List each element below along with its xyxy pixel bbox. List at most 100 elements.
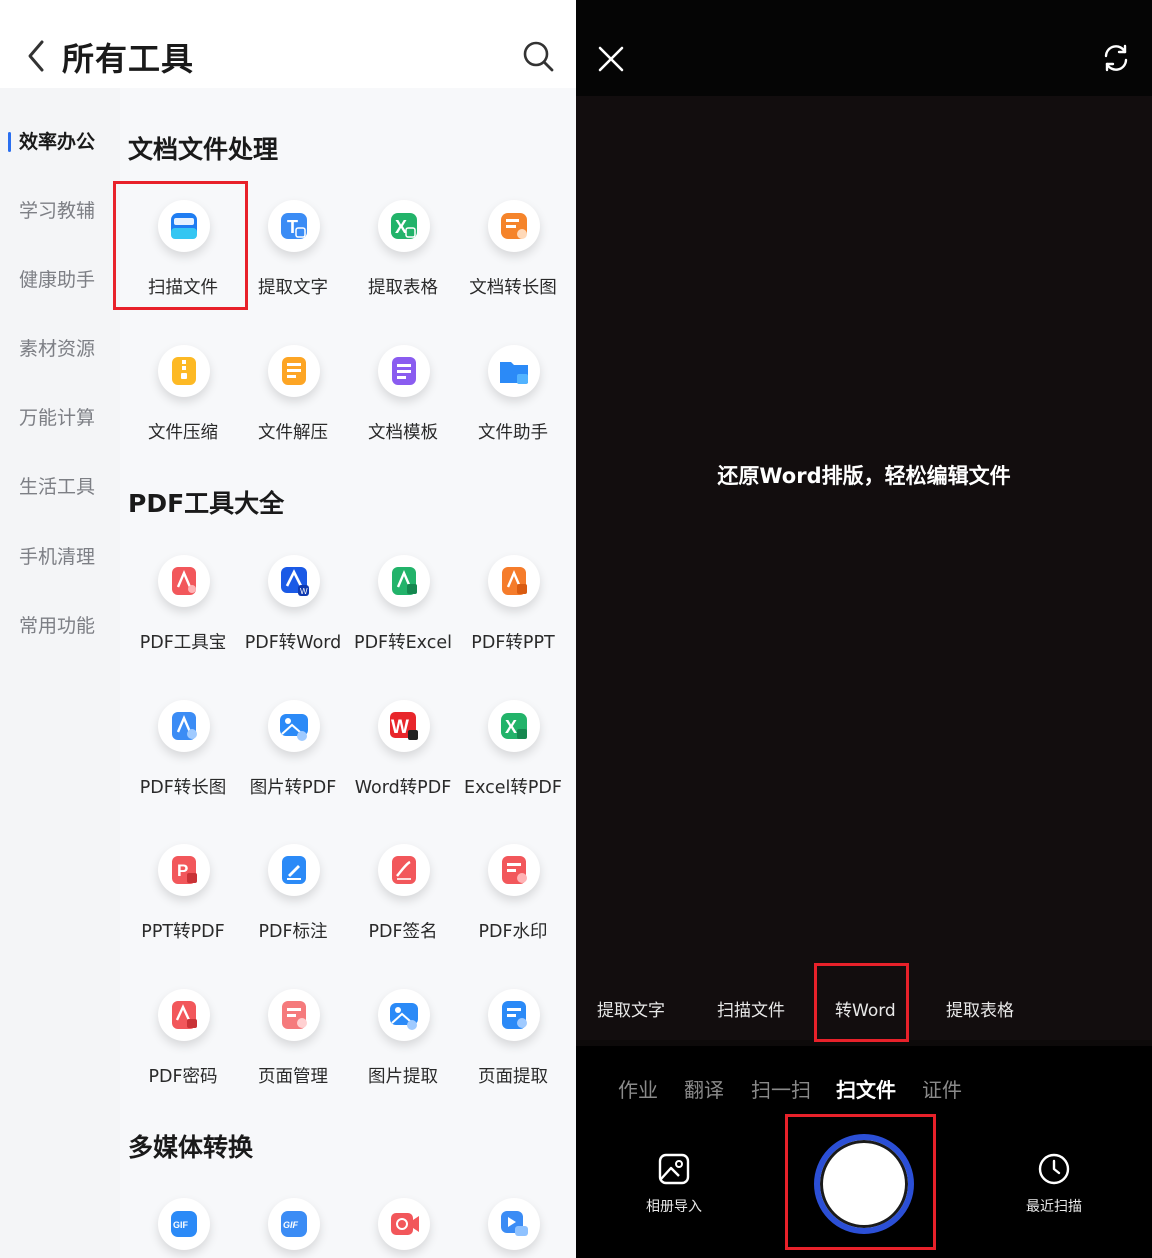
- tool-label: 文件助手: [478, 423, 548, 443]
- pdf-watermark-icon: [502, 856, 527, 884]
- camera-top-bar: [576, 0, 1152, 96]
- recent-scans-label: 最近扫描: [1026, 1199, 1082, 1215]
- tool-label: PDF转PPT: [471, 633, 555, 653]
- tool-excel-to-pdf[interactable]: X Excel转PDF: [458, 688, 568, 818]
- tool-extract-text[interactable]: T 提取文字: [238, 188, 348, 318]
- tool-pdf-toolbox[interactable]: PDF工具宝: [128, 543, 238, 673]
- tool-label: 文档转长图: [469, 278, 557, 298]
- tool-page-manage[interactable]: 页面管理: [238, 977, 348, 1107]
- tool-word-to-pdf[interactable]: W Word转PDF: [348, 688, 458, 818]
- submode-extract-table[interactable]: 提取表格: [946, 996, 1014, 1021]
- tool-file-assistant[interactable]: 文件助手: [458, 333, 568, 463]
- submode-extract-text[interactable]: 提取文字: [597, 996, 665, 1021]
- camera-hint-text: 还原Word排版，轻松编辑文件: [717, 464, 1011, 488]
- tool-pdf-annotate[interactable]: PDF标注: [238, 832, 348, 962]
- tool-gif-make[interactable]: GIF: [238, 1186, 348, 1258]
- camera-viewfinder[interactable]: [576, 96, 1152, 1040]
- tool-label: PDF水印: [478, 922, 548, 942]
- tool-ppt-to-pdf[interactable]: P PPT转PDF: [128, 832, 238, 962]
- tool-label: PDF密码: [148, 1067, 218, 1087]
- tool-pdf-watermark[interactable]: PDF水印: [458, 832, 568, 962]
- pdf-to-word-icon: W: [281, 567, 309, 596]
- camera-panel: 还原Word排版，轻松编辑文件 提取文字 扫描文件 转Word 提取表格 作业 …: [576, 0, 1152, 1258]
- svg-text:X: X: [505, 717, 517, 737]
- section-title-pdf: PDF工具大全: [128, 489, 285, 518]
- gif-make-icon: GIF: [281, 1211, 307, 1237]
- submode-scan-file[interactable]: 扫描文件: [717, 996, 785, 1021]
- tool-label: 文件压缩: [148, 423, 218, 443]
- file-compress-icon: [172, 357, 196, 385]
- tool-page-extract[interactable]: 页面提取: [458, 977, 568, 1107]
- tool-label: 页面提取: [478, 1067, 548, 1087]
- clock-icon: [1038, 1153, 1070, 1185]
- album-import-button[interactable]: 相册导入: [642, 1152, 706, 1222]
- section-title-media: 多媒体转换: [128, 1133, 254, 1162]
- section-title-docs: 文档文件处理: [128, 135, 279, 164]
- tool-pdf-sign[interactable]: PDF签名: [348, 832, 458, 962]
- video-convert-icon: [391, 1213, 419, 1235]
- sidebar-item-life[interactable]: 生活工具: [0, 467, 120, 507]
- tool-pdf-to-word[interactable]: W PDF转Word: [238, 543, 348, 673]
- mode-id-card[interactable]: 证件: [922, 1074, 962, 1103]
- header-bar: 所有工具: [0, 0, 576, 88]
- sidebar-item-health[interactable]: 健康助手: [0, 260, 120, 300]
- pdf-password-icon: [172, 1001, 197, 1029]
- extract-text-icon: T: [281, 213, 307, 239]
- tool-label: PDF标注: [258, 922, 328, 942]
- close-icon[interactable]: [596, 44, 626, 74]
- pdf-to-ppt-icon: [502, 567, 527, 595]
- tool-doc-template[interactable]: 文档模板: [348, 333, 458, 463]
- mode-scan[interactable]: 扫一扫: [751, 1074, 811, 1103]
- tool-file-compress[interactable]: 文件压缩: [128, 333, 238, 463]
- tool-doc-long-image[interactable]: 文档转长图: [458, 188, 568, 318]
- search-icon[interactable]: [520, 38, 556, 74]
- mode-translate[interactable]: 翻译: [684, 1074, 724, 1103]
- tool-gif[interactable]: GIF: [128, 1186, 238, 1258]
- tool-label: PPT转PDF: [141, 922, 225, 942]
- sidebar-item-calculator[interactable]: 万能计算: [0, 398, 120, 438]
- mode-scan-file[interactable]: 扫文件: [836, 1074, 896, 1103]
- tool-pdf-to-excel[interactable]: PDF转Excel: [348, 543, 458, 673]
- page-extract-icon: [502, 1001, 527, 1029]
- file-decompress-icon: [282, 357, 306, 385]
- back-arrow-icon[interactable]: [22, 38, 52, 74]
- tool-pdf-password[interactable]: PDF密码: [128, 977, 238, 1107]
- tool-video-convert[interactable]: [348, 1186, 458, 1258]
- tool-label: 图片转PDF: [249, 778, 337, 798]
- extract-table-icon: X: [391, 213, 417, 239]
- sidebar-item-study[interactable]: 学习教辅: [0, 191, 120, 231]
- tool-pdf-to-ppt[interactable]: PDF转PPT: [458, 543, 568, 673]
- tool-video-gif[interactable]: [458, 1186, 568, 1258]
- sidebar-item-common[interactable]: 常用功能: [0, 606, 120, 646]
- tool-label: 页面管理: [258, 1067, 328, 1087]
- mode-homework[interactable]: 作业: [618, 1074, 658, 1103]
- pdf-to-excel-icon: [392, 567, 417, 595]
- tool-pdf-long-image[interactable]: PDF转长图: [128, 688, 238, 818]
- tool-file-decompress[interactable]: 文件解压: [238, 333, 348, 463]
- tool-label: 提取文字: [258, 278, 328, 298]
- highlight-shutter: [785, 1114, 936, 1250]
- sidebar-item-phone-clean[interactable]: 手机清理: [0, 537, 120, 577]
- svg-text:GIF: GIF: [173, 1220, 189, 1230]
- sidebar-item-efficiency[interactable]: 效率办公: [0, 122, 120, 162]
- tool-image-extract[interactable]: 图片提取: [348, 977, 458, 1107]
- album-import-label: 相册导入: [646, 1199, 702, 1215]
- highlight-scan-file: [113, 181, 248, 310]
- doc-long-image-icon: [501, 213, 527, 239]
- switch-camera-icon[interactable]: [1100, 42, 1132, 74]
- tools-panel: 所有工具 效率办公 学习教辅 健康助手 素材资源 万能计算 生活工具 手机清理 …: [0, 0, 576, 1258]
- tool-label: 文档模板: [368, 423, 438, 443]
- tool-extract-table[interactable]: X 提取表格: [348, 188, 458, 318]
- pdf-annotate-icon: [282, 856, 306, 884]
- sidebar-item-materials[interactable]: 素材资源: [0, 329, 120, 369]
- pdf-toolbox-icon: [172, 567, 196, 595]
- tool-image-to-pdf[interactable]: 图片转PDF: [238, 688, 348, 818]
- file-assistant-icon: [500, 362, 528, 384]
- recent-scans-button[interactable]: 最近扫描: [1022, 1152, 1086, 1222]
- tool-label: PDF签名: [368, 922, 438, 942]
- tool-label: Word转PDF: [354, 778, 452, 798]
- page-title: 所有工具: [62, 40, 195, 78]
- page-manage-icon: [282, 1001, 307, 1029]
- image-gallery-icon: [658, 1153, 690, 1185]
- word-to-pdf-icon: W: [390, 712, 418, 740]
